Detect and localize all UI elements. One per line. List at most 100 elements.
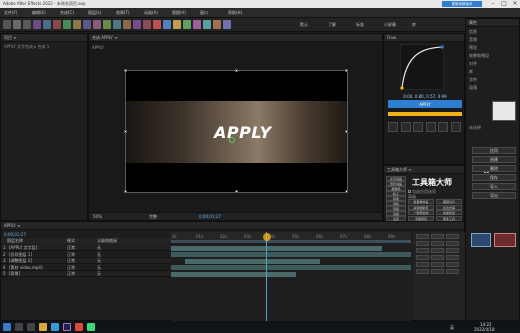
clock-date[interactable]: 2022/4/18	[474, 327, 495, 332]
properties-tab[interactable]: 属性	[466, 19, 519, 26]
property-button[interactable]: 导出	[472, 192, 516, 199]
easing-preset-icon[interactable]	[400, 122, 411, 132]
layer-name[interactable]: [素材 video.mp4]	[9, 265, 64, 270]
script-icon[interactable]	[163, 20, 171, 29]
input-language[interactable]: 英	[450, 325, 454, 330]
timeline-tool-icon[interactable]	[416, 234, 429, 239]
easing-preset-icon[interactable]	[388, 122, 398, 132]
property-label[interactable]: 效果和预设	[469, 53, 489, 58]
workspace-tab[interactable]: 了解	[328, 22, 336, 27]
layer-name[interactable]: [调整图层 2]	[9, 258, 64, 263]
property-button[interactable]: 导入	[472, 183, 516, 190]
layer-row[interactable]: 1 [APPLY 文字层] 正常 无	[1, 245, 171, 251]
start-icon[interactable]	[3, 323, 11, 331]
timeline-tool-icon[interactable]	[446, 234, 459, 239]
composition-tab[interactable]: 合成 APPLY ≡	[89, 34, 382, 41]
timeline-tool-icon[interactable]	[446, 269, 459, 274]
property-label[interactable]: 对齐	[469, 61, 477, 66]
easing-curve[interactable]	[400, 44, 444, 90]
layer-mode[interactable]: 正常	[67, 265, 75, 270]
timeline-tool-icon[interactable]	[416, 241, 429, 246]
script-icon[interactable]	[203, 20, 211, 29]
plugin-button[interactable]: 更多工具	[436, 215, 462, 221]
plugin-nav-item[interactable]: 转场	[386, 196, 406, 201]
timeline-tool-icon[interactable]	[416, 262, 429, 267]
script-icon[interactable]	[153, 20, 161, 29]
plugin-nav-item[interactable]: 渲染	[386, 211, 406, 216]
layer-parent[interactable]: 无	[97, 271, 101, 276]
bbox-handle[interactable]	[124, 130, 127, 133]
plugin-button[interactable]: 图层对齐	[436, 199, 462, 204]
property-button[interactable]: 创建	[472, 156, 516, 163]
resolution-select[interactable]: 完整	[149, 214, 157, 219]
plugin-tab[interactable]: 工具箱大师 ≡	[384, 166, 464, 173]
easing-preset-icon[interactable]	[425, 122, 436, 132]
plugin-nav-item[interactable]: 摄像机	[386, 186, 406, 191]
time-ruler[interactable]: 0s 01s 02s 03s 04s 05s 06s 07s 08s 09s	[171, 232, 411, 240]
upgrade-button[interactable]: 更新到新版本	[442, 1, 482, 7]
minimize-icon[interactable]: –	[488, 0, 498, 8]
close-icon[interactable]: ×	[510, 0, 520, 8]
layer-track-bar[interactable]	[185, 258, 320, 264]
property-label[interactable]: 段落	[469, 85, 477, 90]
column-header[interactable]: 模式	[67, 238, 75, 243]
bbox-handle[interactable]	[235, 69, 238, 72]
zoom-level[interactable]: 50%	[93, 214, 102, 219]
property-button[interactable]: 应用	[472, 147, 516, 154]
menu-item[interactable]: 合成(C)	[60, 10, 74, 15]
menu-item[interactable]: 视图(V)	[172, 10, 186, 15]
timeline-tool-icon[interactable]	[446, 241, 459, 246]
layer-mode[interactable]: 正常	[67, 271, 75, 276]
menu-item[interactable]: 编辑(E)	[32, 10, 46, 15]
layer-mode[interactable]: 正常	[67, 245, 75, 250]
anchor-point-icon[interactable]	[229, 137, 235, 143]
plugin-nav-item[interactable]: 设置	[386, 216, 406, 221]
bbox-handle[interactable]	[124, 190, 127, 193]
menu-item[interactable]: 窗口	[200, 10, 208, 15]
plugin-button[interactable]: 关键帧助手	[408, 204, 434, 210]
timeline-tool-icon[interactable]	[431, 255, 444, 260]
bbox-handle[interactable]	[345, 190, 348, 193]
script-icon[interactable]	[173, 20, 181, 29]
mask-tool-icon[interactable]	[73, 20, 81, 29]
plugin-button[interactable]: 批量重命名	[408, 199, 434, 204]
layer-parent[interactable]: 无	[97, 252, 101, 257]
timeline-tab[interactable]: APPLY ≡	[1, 222, 464, 229]
property-label[interactable]: 库	[469, 69, 473, 74]
timeline-tool-icon[interactable]	[416, 269, 429, 274]
plugin-nav-item[interactable]: 调色	[386, 201, 406, 206]
column-header[interactable]: 图层名称	[7, 238, 23, 243]
plugin-button[interactable]: 清理项目	[408, 215, 434, 221]
pen-tool-icon[interactable]	[83, 20, 91, 29]
app-icon[interactable]	[75, 323, 83, 331]
bbox-handle[interactable]	[235, 190, 238, 193]
text-tool-icon[interactable]	[93, 20, 101, 29]
property-label[interactable]: 信息	[469, 29, 477, 34]
property-label[interactable]: 预览	[469, 45, 477, 50]
apply-title-text[interactable]: APPLY	[214, 123, 272, 142]
easing-preset-icon[interactable]	[450, 122, 461, 132]
viewer-timecode[interactable]: 0;00;01;27	[199, 214, 221, 219]
browser-icon[interactable]	[51, 323, 59, 331]
menu-item[interactable]: 文件(F)	[4, 10, 17, 15]
menu-item[interactable]: 效果(T)	[116, 10, 130, 15]
layer-parent[interactable]: 无	[97, 258, 101, 263]
panel-swatch-blue[interactable]	[471, 233, 491, 247]
menu-item[interactable]: 动画(A)	[144, 10, 158, 15]
pan-tool-icon[interactable]	[63, 20, 71, 29]
timeline-tool-icon[interactable]	[446, 248, 459, 253]
composition-canvas[interactable]: APPLY	[124, 69, 348, 193]
layer-mode[interactable]: 正常	[67, 258, 75, 263]
hand-tool-icon[interactable]	[23, 20, 31, 29]
property-button[interactable]: 保存	[472, 174, 516, 181]
column-header[interactable]: 父级和链接	[97, 238, 117, 243]
script-icon[interactable]	[183, 20, 191, 29]
workspace-tab[interactable]: 标准	[356, 22, 364, 27]
playhead[interactable]	[266, 232, 267, 322]
bbox-handle[interactable]	[345, 130, 348, 133]
playhead-marker[interactable]	[263, 233, 271, 241]
layer-row[interactable]: 2 [形状图层 1] 正常 无	[1, 251, 171, 258]
plugin-nav-item[interactable]: 文字动画	[386, 176, 406, 181]
project-tab[interactable]: 项目 ≡	[1, 34, 87, 41]
camera-tool-icon[interactable]	[53, 20, 61, 29]
